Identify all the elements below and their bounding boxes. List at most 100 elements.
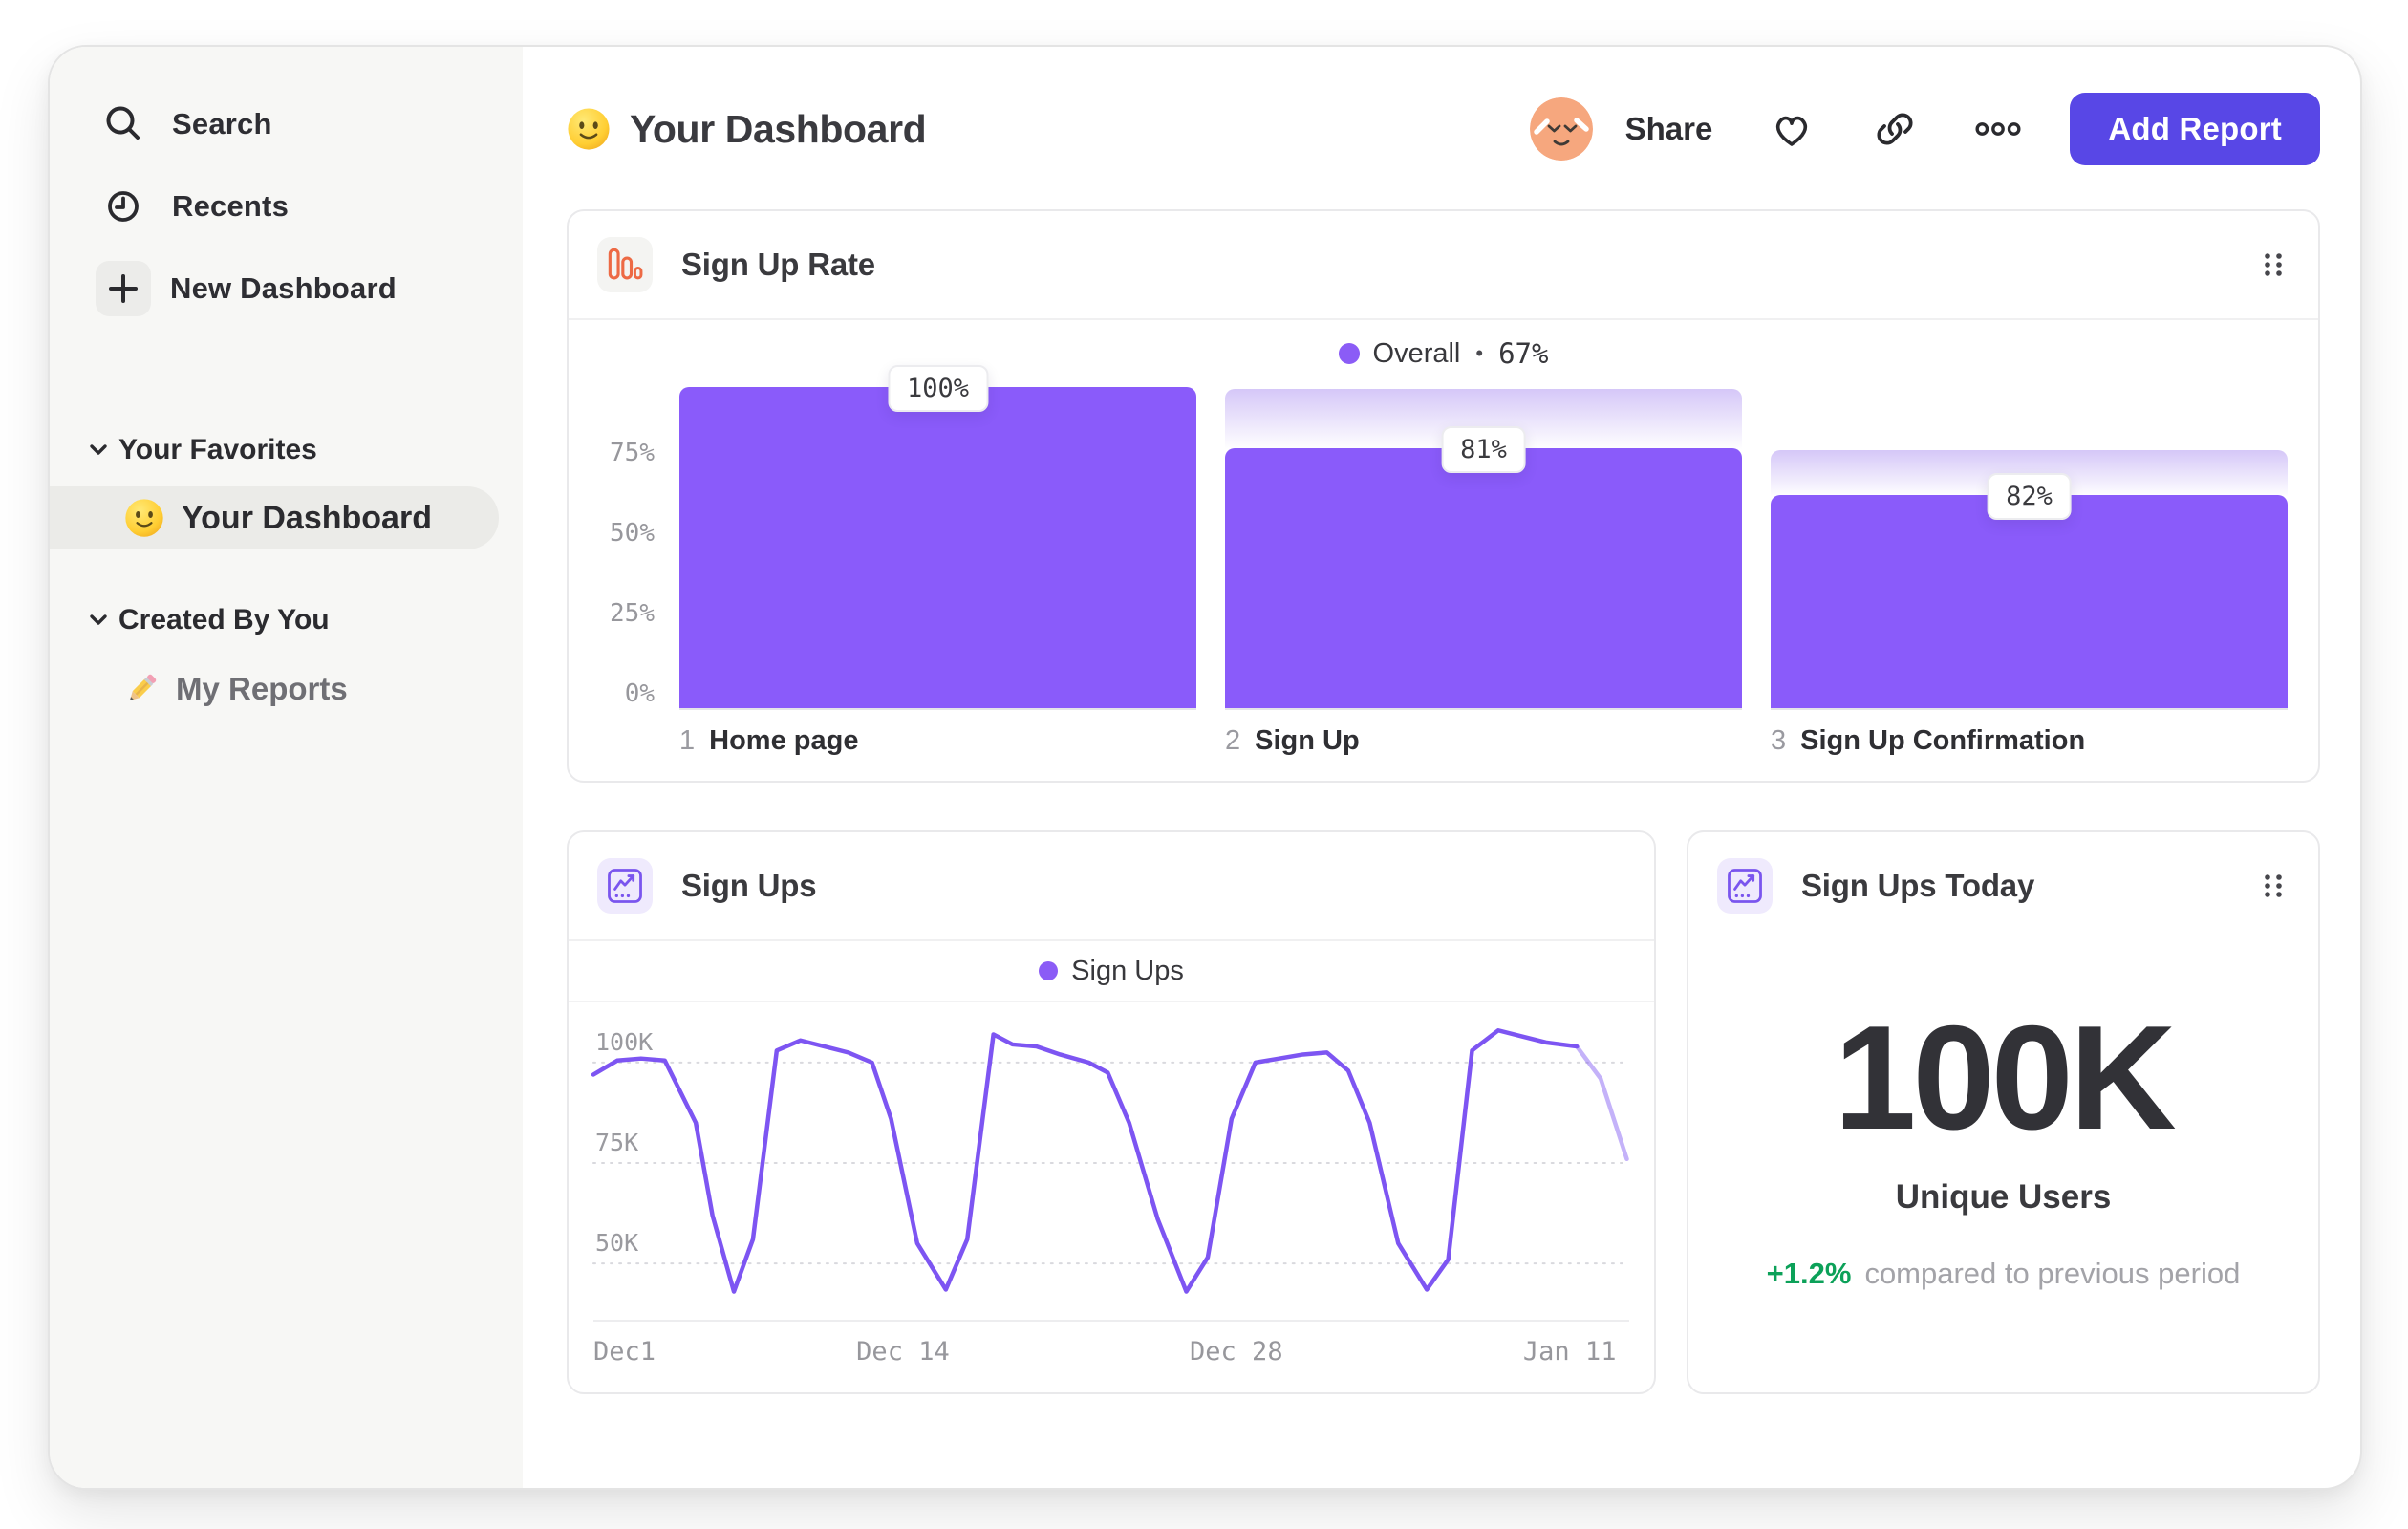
sidebar-item-new-dashboard[interactable]: New Dashboard <box>50 248 523 330</box>
more-options-icon[interactable] <box>1974 105 2022 153</box>
metric-block: 100K Unique Users +1.2% compared to prev… <box>1688 901 2318 1392</box>
funnel-step: 82% 3 Sign Up Confirmation <box>1771 389 2288 757</box>
card-title: Sign Ups Today <box>1801 868 2035 903</box>
signups-series-line <box>1574 1044 1629 1162</box>
plus-icon <box>96 261 151 316</box>
card-title: Sign Ups <box>681 868 817 903</box>
legend-dot <box>1338 343 1360 364</box>
favorites-section-toggle[interactable]: Your Favorites <box>50 421 523 479</box>
metric-label: Unique Users <box>1895 1177 2112 1216</box>
funnel-value-chip: 82% <box>1987 472 2072 520</box>
sidebar-item-label: My Reports <box>176 671 348 706</box>
funnel-step-label: 1 Home page <box>679 725 1196 757</box>
metric-delta-note: compared to previous period <box>1864 1256 2241 1290</box>
line-x-tick: Jan 11 <box>1522 1337 1617 1367</box>
sidebar-item-label: Search <box>172 107 272 140</box>
line-y-tick: 50K <box>595 1229 639 1258</box>
legend-value: 67% <box>1498 337 1549 370</box>
dashboard-header: Your Dashboard Share Add Report <box>567 87 2320 171</box>
funnel-step-name: Home page <box>709 725 859 756</box>
funnel-y-tick: 50% <box>610 519 655 548</box>
funnel-bars: 100% 1 Home page 81% 2 Sign Up 82% 3 Sign Up Con… <box>679 365 2288 757</box>
app-window: Search Recents New Dashboard Your Favori… <box>48 45 2362 1490</box>
funnel-bar[interactable] <box>679 387 1196 708</box>
sidebar-item-my-reports[interactable]: My Reports <box>50 655 523 723</box>
signups-card: Sign Ups Sign Ups 100K 75K 50K Dec1 Dec 14 D… <box>567 830 1656 1394</box>
line-x-tick: Dec 28 <box>1190 1337 1283 1367</box>
funnel-step: 100% 1 Home page <box>679 365 1196 757</box>
line-y-tick: 100K <box>595 1027 654 1056</box>
funnel-y-tick: 75% <box>610 439 655 467</box>
share-button[interactable]: Share <box>1625 111 1713 147</box>
clock-icon <box>99 183 147 230</box>
legend-separator: • <box>1475 341 1484 365</box>
line-x-tick: Dec 14 <box>856 1337 950 1367</box>
section-label: Your Favorites <box>118 434 317 465</box>
legend-dot <box>1039 961 1059 980</box>
legend-series-label: Overall <box>1372 337 1461 369</box>
signups-legend: Sign Ups <box>569 941 1654 1002</box>
funnel-step: 81% 2 Sign Up <box>1225 389 1742 757</box>
avatar[interactable] <box>1529 97 1593 161</box>
favorite-heart-icon[interactable] <box>1768 105 1816 153</box>
sidebar-item-label: Recents <box>172 189 290 223</box>
sidebar-item-recents[interactable]: Recents <box>50 165 523 248</box>
funnel-value-chip: 81% <box>1441 425 1526 473</box>
created-by-you-section-toggle[interactable]: Created By You <box>50 592 523 649</box>
funnel-step-name: Sign Up <box>1255 725 1360 756</box>
line-y-tick: 75K <box>595 1129 639 1156</box>
line-chart-x-axis: Dec1 Dec 14 Dec 28 Jan 11 <box>593 1322 1629 1377</box>
funnel-bar[interactable] <box>1225 447 1742 708</box>
card-title: Sign Up Rate <box>681 247 875 282</box>
signup-rate-card: Sign Up Rate Overall • 67% 75% 50% 25% 0% 1… <box>567 209 2320 783</box>
page-title: Your Dashboard <box>630 106 927 151</box>
funnel-legend: Overall • 67% <box>599 320 2288 387</box>
drag-handle-icon[interactable] <box>2257 248 2290 281</box>
funnel-bar[interactable] <box>1771 494 2288 708</box>
pencil-icon <box>122 670 161 708</box>
search-icon <box>99 100 147 148</box>
cards-row: Sign Ups Sign Ups 100K 75K 50K Dec1 Dec 14 D… <box>567 830 2320 1394</box>
funnel-step-label: 3 Sign Up Confirmation <box>1771 725 2288 757</box>
smiley-emoji <box>567 107 611 151</box>
sidebar-item-search[interactable]: Search <box>50 83 523 165</box>
signup-rate-card-header: Sign Up Rate <box>569 211 2318 318</box>
drag-handle-icon[interactable] <box>2257 870 2290 902</box>
copy-link-icon[interactable] <box>1871 105 1919 153</box>
funnel-step-index: 3 <box>1771 725 1787 756</box>
smiley-emoji <box>124 498 164 538</box>
signups-card-header: Sign Ups <box>569 832 1654 939</box>
funnel-y-tick: 25% <box>610 599 655 628</box>
signups-today-card: Sign Ups Today 100K Unique Users +1.2% c… <box>1687 830 2320 1394</box>
funnel-step-label: 2 Sign Up <box>1225 725 1742 757</box>
chevron-down-icon <box>86 608 111 633</box>
sidebar-item-your-dashboard[interactable]: Your Dashboard <box>50 486 499 549</box>
section-label: Created By You <box>118 604 330 635</box>
funnel-y-axis: 75% 50% 25% 0% <box>599 389 655 710</box>
signups-series-line <box>591 1027 1580 1294</box>
page-title-group: Your Dashboard <box>567 80 927 178</box>
main-content: Your Dashboard Share Add Report Sign Up … <box>523 47 2360 1488</box>
funnel-step-index: 1 <box>679 725 696 756</box>
line-chart-svg <box>591 1027 1631 1294</box>
sidebar-item-label: Your Dashboard <box>182 499 432 536</box>
funnel-chart: Overall • 67% 75% 50% 25% 0% 100% 1 Home page… <box>569 320 2318 757</box>
sidebar-item-label: New Dashboard <box>170 271 397 305</box>
funnel-step-name: Sign Up Confirmation <box>1800 725 2086 756</box>
line-chart-icon <box>597 858 653 914</box>
sidebar: Search Recents New Dashboard Your Favori… <box>50 47 523 1488</box>
line-x-tick: Dec1 <box>593 1337 656 1367</box>
signups-line-chart[interactable]: 100K 75K 50K <box>591 1006 1631 1322</box>
chevron-down-icon <box>86 438 111 463</box>
funnel-chart-icon <box>597 237 653 292</box>
funnel-y-tick: 0% <box>624 679 655 708</box>
metric-delta: +1.2% <box>1766 1256 1852 1290</box>
legend-series-label: Sign Ups <box>1071 955 1184 986</box>
sidebar-section-favorites: Your Favorites Your Dashboard <box>50 421 523 549</box>
funnel-step-index: 2 <box>1225 725 1241 756</box>
sidebar-section-created-by-you: Created By You My Reports <box>50 592 523 723</box>
add-report-button[interactable]: Add Report <box>2070 93 2320 165</box>
metric-value: 100K <box>1834 994 2177 1160</box>
metric-delta-row: +1.2% compared to previous period <box>1767 1257 2241 1291</box>
funnel-value-chip: 100% <box>887 365 989 412</box>
